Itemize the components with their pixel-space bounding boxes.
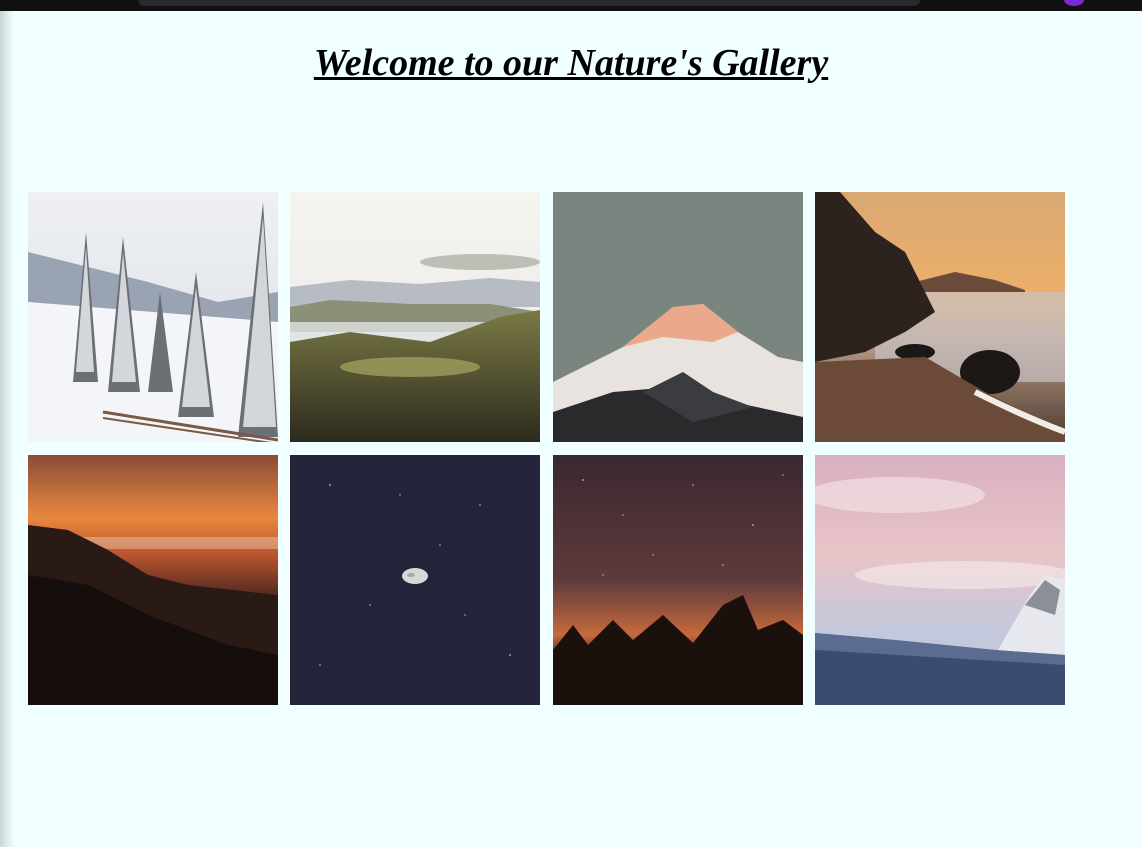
browser-top-bar xyxy=(0,0,1142,11)
gallery-image-starry-sky[interactable] xyxy=(553,455,803,705)
page-title: Welcome to our Nature's Gallery xyxy=(313,42,829,84)
gallery-image-moon-night-sky[interactable] xyxy=(290,455,540,705)
profile-avatar[interactable] xyxy=(1064,0,1084,6)
starry-sky-image xyxy=(553,455,803,705)
snowy-mountain-pink-sky-image xyxy=(815,455,1065,705)
gallery-image-snow-peak[interactable] xyxy=(553,192,803,442)
sunset-beach-image xyxy=(815,192,1065,442)
gallery-image-sunset-beach[interactable] xyxy=(815,192,1065,442)
sunset-hills-image xyxy=(28,455,278,705)
gallery-image-sunset-hills[interactable] xyxy=(28,455,278,705)
snow-peak-image xyxy=(553,192,803,442)
gallery-image-misty-valley[interactable] xyxy=(290,192,540,442)
snowy-forest-image xyxy=(28,192,278,442)
misty-valley-image xyxy=(290,192,540,442)
browser-tab-strip xyxy=(138,0,920,6)
window-edge-shadow xyxy=(0,11,14,847)
gallery-image-snowy-forest[interactable] xyxy=(28,192,278,442)
moon-night-sky-image xyxy=(290,455,540,705)
gallery-image-snowy-mountain-pink-sky[interactable] xyxy=(815,455,1065,705)
